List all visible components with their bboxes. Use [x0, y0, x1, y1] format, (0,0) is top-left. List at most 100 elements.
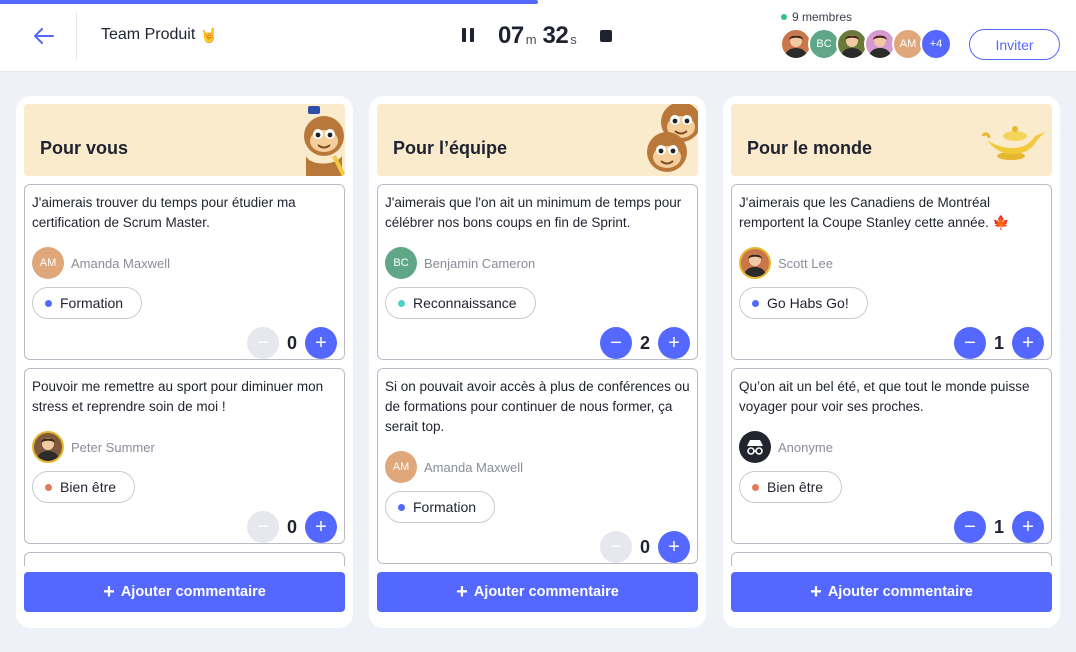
vote-controls: −1 +	[954, 511, 1044, 543]
comment-card-peek[interactable]	[24, 552, 345, 566]
card-list: J'aimerais que les Canadiens de Montréal…	[731, 184, 1052, 566]
plus-icon: +	[810, 581, 822, 603]
plus-icon: +	[103, 581, 115, 603]
author-avatar: AM	[32, 247, 64, 279]
top-bar: Team Produit 🤘 07 m 32 s 9 membres BC AM +…	[0, 0, 1076, 72]
comment-author: Anonyme	[739, 431, 833, 463]
magic-lamp-icon	[981, 118, 1049, 167]
incognito-icon	[739, 431, 771, 463]
author-name: Scott Lee	[778, 255, 833, 271]
comment-card[interactable]: J'aimerais trouver du temps pour étudier…	[24, 184, 345, 360]
column-title: Pour vous	[40, 138, 129, 158]
comment-text: J'aimerais trouver du temps pour étudier…	[32, 195, 296, 230]
online-dot-icon	[781, 14, 787, 20]
comment-text: Pouvoir me remettre au sport pour diminu…	[32, 379, 324, 414]
vote-count: 1	[993, 332, 1004, 353]
vote-controls: −1 +	[954, 327, 1044, 359]
timer: 07 m 32 s	[462, 20, 612, 52]
column-3: Pour le monde J'aimerais que les Canadien…	[723, 96, 1060, 628]
comment-text: Qu’on ait un bel été, et que tout le mon…	[739, 379, 1030, 414]
members-count: 9 membres	[781, 10, 852, 24]
comment-author: Scott Lee	[739, 247, 833, 279]
comment-card[interactable]: Qu’on ait un bel été, et que tout le mon…	[731, 368, 1052, 544]
column-2: Pour l’équipe J'aimerais que l'on ait un …	[369, 96, 706, 628]
add-comment-label: Ajouter commentaire	[473, 584, 619, 600]
tag-label: Reconnaissance	[413, 295, 517, 311]
header-divider	[76, 12, 77, 60]
comment-tag[interactable]: Formation	[32, 287, 143, 319]
tag-dot-icon	[398, 299, 405, 307]
back-arrow-icon[interactable]	[30, 24, 58, 48]
vote-minus-button[interactable]: −	[247, 327, 279, 359]
comment-text: J'aimerais que l'on ait un minimum de te…	[385, 195, 682, 230]
tag-dot-icon	[45, 299, 52, 307]
members-label: 9 membres	[792, 10, 853, 24]
comment-card[interactable]: J'aimerais que l'on ait un minimum de te…	[377, 184, 698, 360]
vote-minus-button[interactable]: −	[954, 327, 986, 359]
card-list: J'aimerais que l'on ait un minimum de te…	[377, 184, 698, 566]
vote-plus-button[interactable]: +	[658, 531, 690, 563]
timer-minutes-unit: m	[525, 31, 537, 47]
column-title: Pour l’équipe	[393, 138, 508, 158]
vote-plus-button[interactable]: +	[1012, 511, 1044, 543]
comment-card-peek[interactable]	[731, 552, 1052, 566]
comment-tag[interactable]: Bien être	[739, 471, 843, 503]
vote-controls: −0 +	[247, 327, 337, 359]
monkey-icon	[300, 104, 345, 176]
comment-tag[interactable]: Bien être	[32, 471, 136, 503]
vote-minus-button[interactable]: −	[600, 531, 632, 563]
tag-label: Formation	[413, 499, 477, 515]
comment-tag[interactable]: Reconnaissance	[385, 287, 536, 319]
tag-label: Bien être	[60, 479, 117, 495]
add-comment-button[interactable]: + Ajouter commentaire	[377, 572, 698, 612]
column-header: Pour le monde	[731, 104, 1052, 176]
vote-plus-button[interactable]: +	[305, 327, 337, 359]
timer-seconds: 32	[542, 22, 569, 49]
tag-label: Formation	[60, 295, 124, 311]
comment-author: BC Benjamin Cameron	[385, 247, 535, 279]
vote-controls: −2 +	[600, 327, 690, 359]
pause-icon[interactable]	[462, 28, 476, 44]
stop-icon[interactable]	[599, 30, 612, 42]
vote-count: 0	[286, 516, 297, 537]
timer-seconds-unit: s	[570, 31, 577, 47]
author-name: Benjamin Cameron	[424, 255, 536, 271]
add-comment-button[interactable]: + Ajouter commentaire	[731, 572, 1052, 612]
column-header: Pour vous	[24, 104, 345, 176]
author-name: Amanda Maxwell	[71, 255, 170, 271]
rock-hand-icon: 🤘	[200, 26, 218, 43]
vote-minus-button[interactable]: −	[247, 511, 279, 543]
column-header: Pour l’équipe	[377, 104, 698, 176]
card-list: J'aimerais trouver du temps pour étudier…	[24, 184, 345, 566]
vote-plus-button[interactable]: +	[658, 327, 690, 359]
vote-plus-button[interactable]: +	[305, 511, 337, 543]
author-avatar-photo	[32, 431, 64, 463]
vote-minus-button[interactable]: −	[954, 511, 986, 543]
comment-author: Peter Summer	[32, 431, 155, 463]
author-name: Amanda Maxwell	[424, 459, 523, 475]
vote-count: 1	[993, 516, 1004, 537]
comment-card[interactable]: J'aimerais que les Canadiens de Montréal…	[731, 184, 1052, 360]
comment-tag[interactable]: Formation	[385, 491, 496, 523]
author-avatar: AM	[385, 451, 417, 483]
invite-button[interactable]: Inviter	[969, 29, 1060, 60]
comment-card[interactable]: Si on pouvait avoir accès à plus de conf…	[377, 368, 698, 564]
tag-label: Go Habs Go!	[767, 295, 849, 311]
vote-count: 0	[639, 536, 650, 557]
comment-text: Si on pouvait avoir accès à plus de conf…	[385, 379, 690, 434]
comment-card[interactable]: Pouvoir me remettre au sport pour diminu…	[24, 368, 345, 544]
add-comment-button[interactable]: + Ajouter commentaire	[24, 572, 345, 612]
vote-minus-button[interactable]: −	[600, 327, 632, 359]
comment-tag[interactable]: Go Habs Go!	[739, 287, 868, 319]
column-title: Pour le monde	[747, 138, 873, 158]
comment-author: AM Amanda Maxwell	[385, 451, 523, 483]
author-name: Peter Summer	[71, 439, 155, 455]
author-name: Anonyme	[778, 439, 833, 455]
monkeys-icon	[645, 104, 698, 176]
timer-minutes: 07	[498, 22, 524, 49]
more-members-badge[interactable]: +4	[920, 28, 952, 60]
vote-plus-button[interactable]: +	[1012, 327, 1044, 359]
add-comment-label: Ajouter commentaire	[120, 584, 266, 600]
vote-controls: −0 +	[600, 531, 690, 563]
tag-dot-icon	[398, 503, 405, 511]
